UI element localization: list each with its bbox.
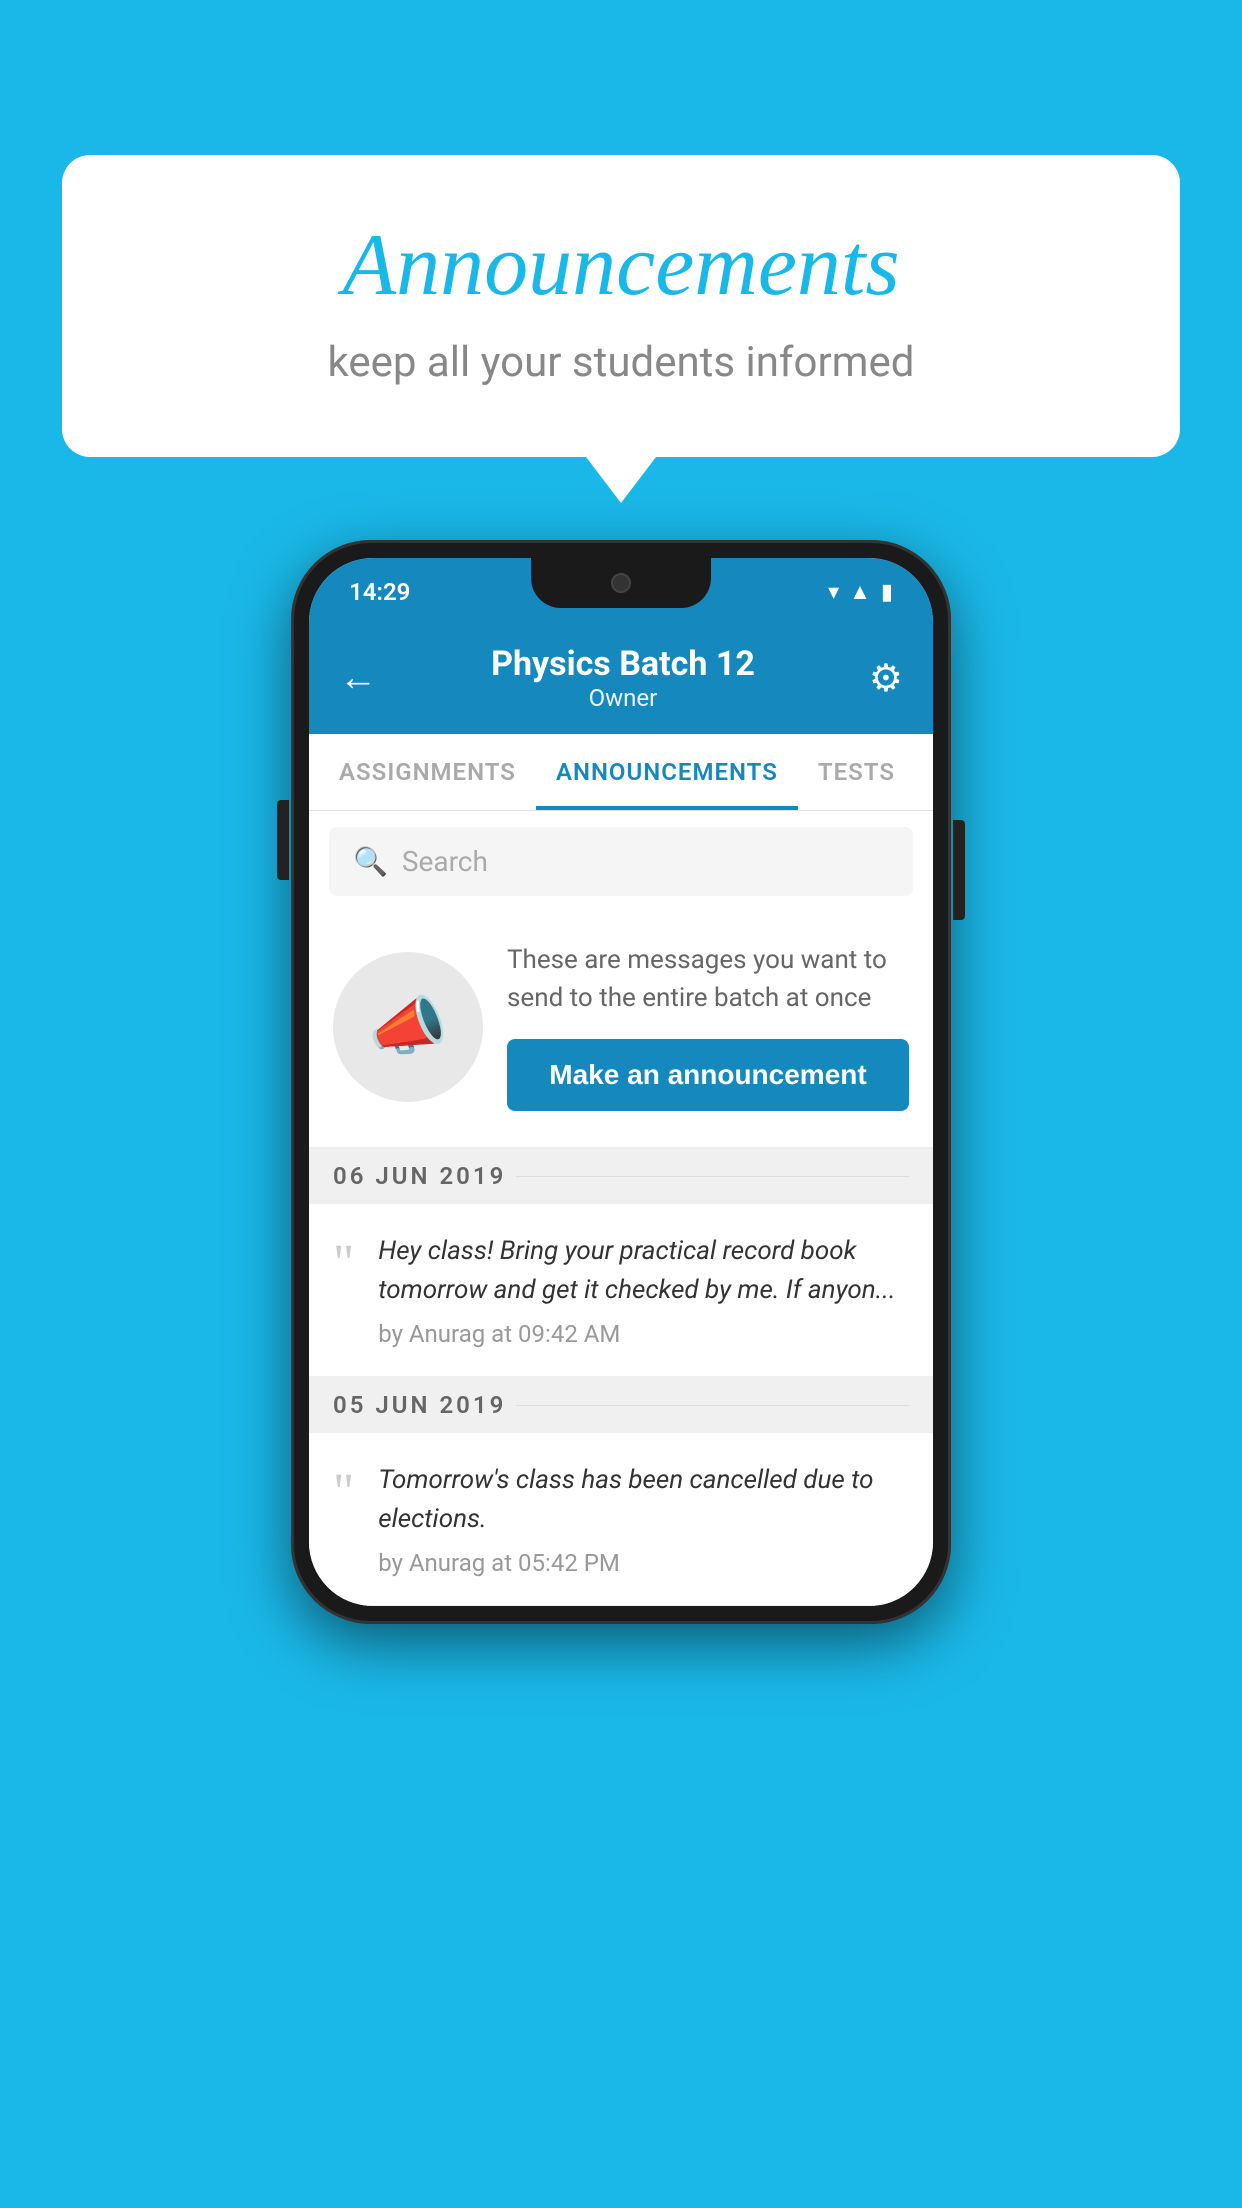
promo-content: These are messages you want to send to t… — [507, 942, 909, 1111]
announcement-item-1[interactable]: " Hey class! Bring your practical record… — [309, 1204, 933, 1377]
phone-screen: 14:29 ▾ ▲ ▮ ← Physics Batch 12 Owner ⚙ — [309, 558, 933, 1606]
bubble-title: Announcements — [142, 215, 1100, 316]
phone-outer: 14:29 ▾ ▲ ▮ ← Physics Batch 12 Owner ⚙ — [291, 540, 951, 1624]
wifi-icon: ▾ — [828, 580, 839, 605]
divider-line-2 — [516, 1405, 909, 1406]
status-icons: ▾ ▲ ▮ — [828, 579, 893, 605]
tab-assignments[interactable]: ASSIGNMENTS — [319, 734, 536, 810]
speech-bubble: Announcements keep all your students inf… — [62, 155, 1180, 457]
date-divider-2: 05 JUN 2019 — [309, 1377, 933, 1433]
back-button[interactable]: ← — [339, 656, 377, 700]
announcement-text-1: Hey class! Bring your practical record b… — [378, 1232, 909, 1310]
signal-icon: ▲ — [849, 579, 871, 605]
announcement-item-2[interactable]: " Tomorrow's class has been cancelled du… — [309, 1433, 933, 1606]
announcement-content-1: Hey class! Bring your practical record b… — [378, 1232, 909, 1348]
tab-announcements[interactable]: ANNOUNCEMENTS — [536, 734, 798, 810]
app-header: ← Physics Batch 12 Owner ⚙ — [309, 626, 933, 734]
date-divider-1: 06 JUN 2019 — [309, 1148, 933, 1204]
date-label-2: 05 JUN 2019 — [333, 1391, 506, 1419]
phone-mockup: 14:29 ▾ ▲ ▮ ← Physics Batch 12 Owner ⚙ — [291, 540, 951, 1624]
make-announcement-button[interactable]: Make an announcement — [507, 1039, 909, 1111]
tab-tests[interactable]: TESTS — [798, 734, 915, 810]
announcement-content-2: Tomorrow's class has been cancelled due … — [378, 1461, 909, 1577]
promo-description: These are messages you want to send to t… — [507, 942, 909, 1017]
search-icon: 🔍 — [353, 845, 388, 878]
quote-icon-2: " — [333, 1467, 354, 1519]
announcement-meta-2: by Anurag at 05:42 PM — [378, 1549, 909, 1577]
battery-icon: ▮ — [881, 580, 893, 605]
bubble-subtitle: keep all your students informed — [142, 338, 1100, 387]
phone-notch — [531, 558, 711, 608]
search-container: 🔍 Search — [309, 811, 933, 912]
speech-bubble-section: Announcements keep all your students inf… — [62, 155, 1180, 457]
announcement-meta-1: by Anurag at 09:42 AM — [378, 1320, 909, 1348]
header-center: Physics Batch 12 Owner — [491, 644, 755, 712]
header-subtitle: Owner — [491, 684, 755, 712]
promo-block: 📣 These are messages you want to send to… — [309, 912, 933, 1148]
status-bar: 14:29 ▾ ▲ ▮ — [309, 558, 933, 626]
divider-line-1 — [516, 1176, 909, 1177]
settings-icon[interactable]: ⚙ — [869, 656, 903, 701]
search-placeholder: Search — [402, 845, 488, 878]
megaphone-circle: 📣 — [333, 952, 483, 1102]
search-bar[interactable]: 🔍 Search — [329, 827, 913, 896]
header-title: Physics Batch 12 — [491, 644, 755, 684]
notch-camera — [611, 573, 631, 593]
quote-icon-1: " — [333, 1238, 354, 1290]
announcement-text-2: Tomorrow's class has been cancelled due … — [378, 1461, 909, 1539]
status-time: 14:29 — [349, 578, 410, 606]
megaphone-icon: 📣 — [368, 989, 448, 1064]
date-label-1: 06 JUN 2019 — [333, 1162, 506, 1190]
tab-bar: ASSIGNMENTS ANNOUNCEMENTS TESTS — [309, 734, 933, 811]
